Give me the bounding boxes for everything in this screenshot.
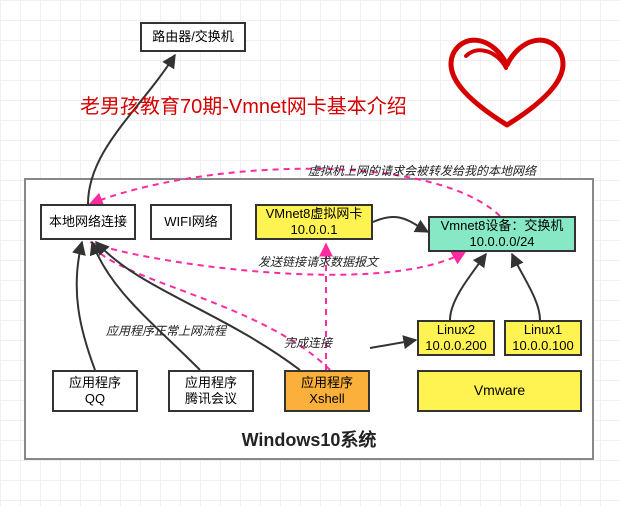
app-tencent-label1: 应用程序: [185, 375, 237, 391]
node-vmnet8-switch: Vmnet8设备：交换机 10.0.0.0/24: [428, 216, 576, 252]
node-app-tencent: 应用程序 腾讯会议: [168, 370, 254, 412]
linux2-label: Linux2: [437, 322, 475, 338]
linux1-label: Linux1: [524, 322, 562, 338]
node-linux2: Linux2 10.0.0.200: [417, 320, 495, 356]
vmnet8-nic-label: VMnet8虚拟网卡: [266, 206, 363, 222]
annotation-complete: 完成连接: [284, 334, 332, 351]
node-router: 路由器/交换机: [140, 22, 246, 52]
heart-doodle-icon: [432, 30, 582, 140]
node-linux1: Linux1 10.0.0.100: [504, 320, 582, 356]
annotation-normal-flow: 应用程序正常上网流程: [106, 322, 226, 339]
node-app-xshell: 应用程序 Xshell: [284, 370, 370, 412]
annotation-forward: 虚拟机上网的请求会被转发给我的本地网络: [308, 162, 536, 179]
vmnet8-switch-cidr: 10.0.0.0/24: [469, 234, 534, 250]
annotation-send-request: 发送链接请求数据报文: [258, 253, 378, 270]
node-wifi: WIFI网络: [150, 204, 232, 240]
diagram-title: 老男孩教育70期-Vmnet网卡基本介绍: [80, 90, 407, 119]
app-tencent-label2: 腾讯会议: [185, 391, 237, 407]
node-vmware: Vmware: [417, 370, 582, 412]
node-local-network: 本地网络连接: [40, 204, 136, 240]
app-xshell-label2: Xshell: [309, 391, 344, 407]
linux1-ip: 10.0.0.100: [512, 338, 573, 354]
app-xshell-label1: 应用程序: [301, 375, 353, 391]
app-qq-label1: 应用程序: [69, 375, 121, 391]
vmnet8-switch-label: Vmnet8设备：交换机: [441, 218, 564, 234]
node-vmnet8-nic: VMnet8虚拟网卡 10.0.0.1: [255, 204, 373, 240]
vmnet8-nic-ip: 10.0.0.1: [291, 222, 338, 238]
node-app-qq: 应用程序 QQ: [52, 370, 138, 412]
windows10-label: Windows10系统: [242, 426, 377, 452]
app-qq-label2: QQ: [85, 391, 105, 407]
linux2-ip: 10.0.0.200: [425, 338, 486, 354]
